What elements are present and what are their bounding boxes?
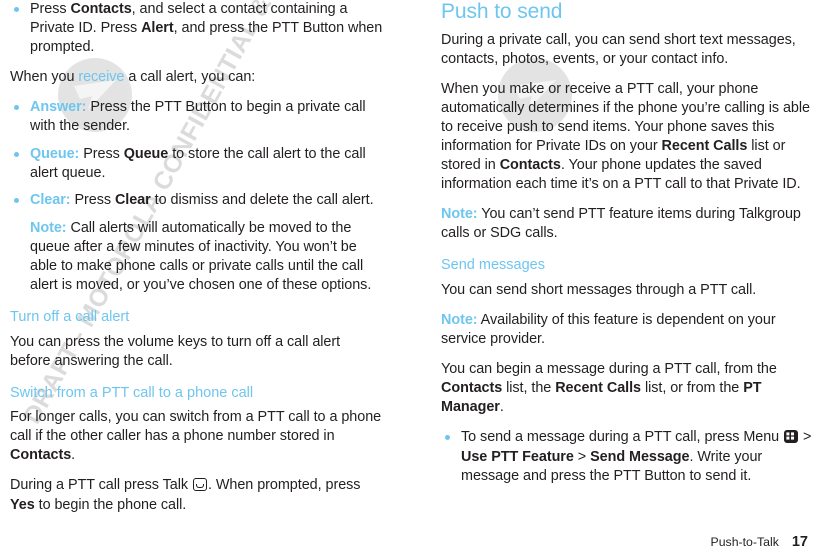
intro-before: When you: [10, 69, 79, 86]
footer-page-number: 17: [791, 534, 808, 550]
note-lead: Note:: [441, 206, 478, 223]
heading-push-to-send: Push to send: [441, 0, 563, 23]
heading-send-messages: Send messages: [441, 257, 545, 274]
menu-key-icon: [784, 430, 799, 444]
emphasis-text: Contacts: [70, 1, 132, 17]
paragraph-during-ptt-call: During a PTT call press Talk . When prom…: [10, 476, 384, 514]
intro-blue-word: receive: [78, 69, 125, 86]
intro-after: a call alert, you can:: [124, 69, 256, 86]
emphasis-text: Clear: [114, 191, 151, 208]
note-body: Availability of this feature is dependen…: [441, 311, 776, 348]
plain-text: list, or from the: [641, 380, 744, 397]
heading-turn-off-call-alert: Turn off a call alert: [10, 309, 130, 326]
list-item-queue: Queue: Press Queue to store the call ale…: [10, 145, 384, 183]
bullet-list-send-message: To send a message during a PTT call, pre…: [441, 428, 815, 485]
send-bold-use-ptt-feature: Use PTT Feature: [461, 448, 574, 465]
plain-text: You can begin a message during a PTT cal…: [441, 361, 777, 378]
note-lead: Note:: [441, 311, 478, 328]
paragraph-turn-off: You can press the volume keys to turn of…: [10, 333, 341, 369]
send-sep-2: >: [573, 448, 591, 465]
emphasis-text: Contacts: [10, 447, 72, 464]
emphasis-text: Recent Calls: [555, 380, 641, 397]
list-item: Press Contacts, and select a contact con…: [10, 0, 384, 57]
page-footer: Push-to-Talk 17: [711, 534, 808, 550]
during-after: to begin the phone call.: [34, 496, 187, 513]
note-body: You can’t send PTT feature items during …: [441, 206, 801, 242]
list-item-clear: Clear: Press Clear to dismiss and delete…: [10, 191, 384, 295]
emphasis-text: Contacts: [441, 380, 503, 397]
nested-note-call-alerts: Note: Call alerts will automatically be …: [30, 219, 384, 295]
footer-section-title: Push-to-Talk: [710, 535, 779, 549]
emphasis-text: Contacts: [499, 157, 561, 174]
note-availability: Note: Availability of this feature is de…: [441, 311, 815, 349]
bullet-text-contacts: Press Contacts, and select a contact con…: [30, 1, 382, 55]
during-bold-yes: Yes: [10, 496, 35, 513]
heading-switch-ptt-to-phone: Switch from a PTT call to a phone call: [10, 384, 254, 401]
note-talkgroup-sdg: Note: You can’t send PTT feature items d…: [441, 205, 815, 243]
plain-text: list, the: [502, 380, 556, 397]
list-item-send-message: To send a message during a PTT call, pre…: [441, 428, 815, 485]
send-before: To send a message during a PTT call, pre…: [461, 429, 784, 446]
option-label-answer: Answer:: [30, 99, 87, 116]
paragraph-switch: For longer calls, you can switch from a …: [10, 408, 384, 465]
plain-text: Press: [70, 191, 115, 208]
plain-text: .: [499, 399, 504, 416]
note-lead: Note:: [30, 219, 67, 236]
emphasis-text: Alert: [141, 20, 174, 37]
during-middle: . When prompted, press: [207, 477, 361, 494]
paragraph-receive-intro: When you receive a call alert, you can:: [10, 68, 384, 87]
paragraph-begin-message: You can begin a message during a PTT cal…: [441, 360, 815, 417]
plain-text: Press: [30, 1, 71, 17]
send-sep-1: >: [799, 429, 812, 446]
bullet-list-call-alert-options: Answer: Press the PTT Button to begin a …: [10, 98, 384, 295]
emphasis-text: Recent Calls: [661, 137, 748, 154]
send-bold-send-message: Send Message: [590, 448, 690, 465]
option-text-queue: Press Queue to store the call alert to t…: [30, 146, 366, 181]
paragraph-make-receive-ptt: When you make or receive a PTT call, you…: [441, 80, 815, 195]
plain-text: For longer calls, you can switch from a …: [10, 409, 382, 445]
note-body: Call alerts will automatically be moved …: [30, 219, 372, 294]
paragraph-private-call-send: During a private call, you can send shor…: [441, 31, 796, 67]
left-column: Press Contacts, and select a contact con…: [10, 0, 384, 526]
paragraph-short-messages: You can send short messages through a PT…: [441, 281, 757, 298]
emphasis-text: Queue: [123, 145, 169, 162]
right-column: Push to send During a private call, you …: [441, 0, 815, 497]
plain-text: Press: [79, 145, 124, 162]
option-text-clear: Press Clear to dismiss and delete the ca…: [70, 191, 374, 208]
list-item-answer: Answer: Press the PTT Button to begin a …: [10, 98, 384, 136]
talk-key-icon: [192, 478, 207, 492]
manual-page: Press Contacts, and select a contact con…: [0, 0, 818, 556]
option-label-queue: Queue:: [30, 145, 80, 162]
bullet-list-contacts: Press Contacts, and select a contact con…: [10, 0, 384, 57]
during-before: During a PTT call press Talk: [10, 477, 192, 494]
plain-text: .: [71, 447, 76, 464]
plain-text: to dismiss and delete the call alert.: [150, 191, 374, 208]
option-label-clear: Clear:: [30, 191, 71, 208]
